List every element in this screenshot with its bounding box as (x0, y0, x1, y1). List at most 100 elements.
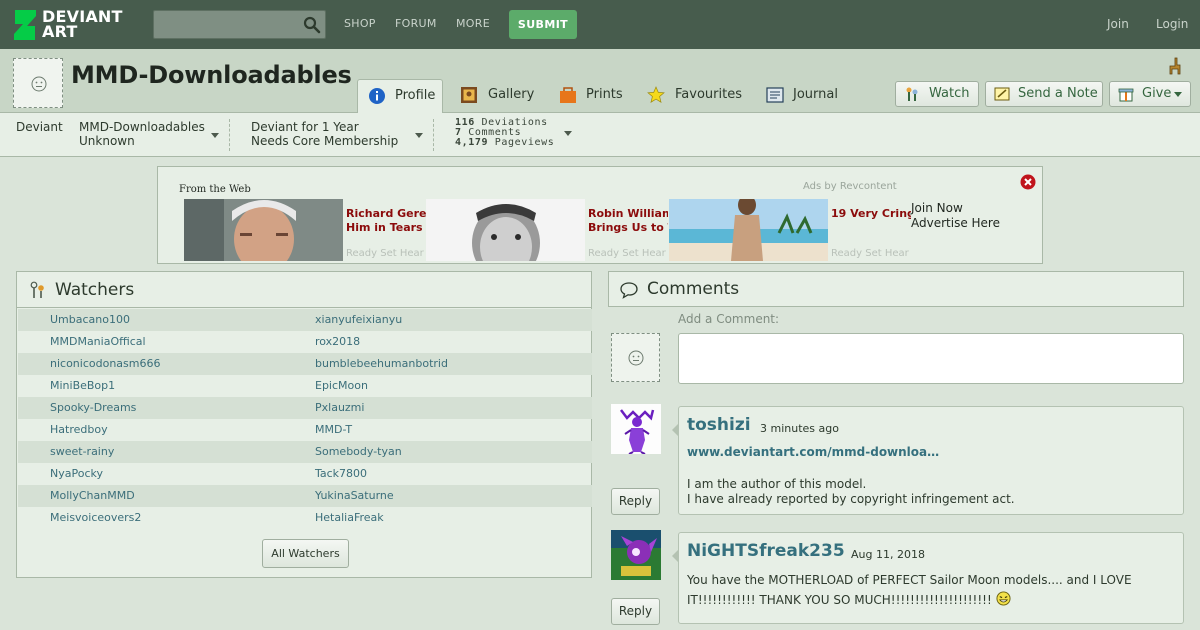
ad-headline[interactable]: 19 Very Cringe-Worthy Photos Ready Set H… (831, 207, 911, 263)
watcher-link[interactable]: MMD-T (315, 419, 352, 441)
watcher-link[interactable]: MMDManiaOffical (50, 331, 146, 353)
watcher-link[interactable]: Somebody-tyan (315, 441, 402, 463)
watcher-link[interactable]: EpicMoon (315, 375, 368, 397)
chevron-down-icon (415, 133, 423, 138)
ad-headline[interactable]: Richard Gere's Net Worth Left Him in Tea… (346, 207, 426, 263)
send-note-button-label: Send a Note (1018, 86, 1098, 101)
tab-gallery[interactable]: Gallery (460, 79, 540, 113)
gift-icon (1118, 88, 1134, 102)
table-row: sweet-rainy Somebody-tyan (18, 441, 592, 463)
reply-button[interactable]: Reply (611, 488, 660, 515)
deviantart-logo[interactable]: DEVIANT ART (12, 8, 130, 42)
watcher-link[interactable]: MollyChanMMD (50, 485, 135, 507)
tab-gallery-label: Gallery (488, 87, 535, 102)
ad-image[interactable] (184, 199, 343, 261)
table-row: Spooky-Dreams Pxlauzmi (18, 397, 592, 419)
watcher-link[interactable]: sweet-rainy (50, 441, 114, 463)
watcher-link[interactable]: bumblebeehumanbotrid (315, 353, 448, 375)
join-now-link[interactable]: Join Now (911, 201, 1000, 216)
table-row: MollyChanMMD YukinaSaturne (18, 485, 592, 507)
ad-image[interactable] (426, 199, 585, 261)
watch-button[interactable]: Watch (895, 81, 979, 107)
comment-author[interactable]: NiGHTSfreak235 (687, 541, 845, 561)
nav-shop[interactable]: SHOP (344, 17, 376, 30)
comment-item: NiGHTSfreak235 Aug 11, 2018 You have the… (672, 532, 1184, 624)
watcher-link[interactable]: Meisvoiceovers2 (50, 507, 141, 529)
profile-header: MMD-Downloadables Profile Gallery Prints… (0, 49, 1200, 113)
watcher-link[interactable]: rox2018 (315, 331, 360, 353)
logo-line-2: ART (42, 22, 78, 41)
submit-button[interactable]: SUBMIT (509, 10, 577, 39)
table-row: niconicodonasm666 bumblebeehumanbotrid (18, 353, 592, 375)
add-comment-label: Add a Comment: (678, 312, 780, 326)
ad-block: From the Web Ads by Revcontent Richard G… (157, 166, 1043, 264)
ad-source: Ready Set Hear (346, 248, 424, 259)
watcher-link[interactable]: Spooky-Dreams (50, 397, 136, 419)
laughing-emoji-icon (996, 591, 1011, 606)
location-text: Unknown (79, 134, 135, 148)
ad-join-links: Join Now Advertise Here (911, 201, 1000, 231)
watcher-link[interactable]: Pxlauzmi (315, 397, 364, 419)
join-link[interactable]: Join (1107, 17, 1129, 31)
login-link[interactable]: Login (1156, 17, 1188, 31)
table-row: MMDManiaOffical rox2018 (18, 331, 592, 353)
gallery-icon (461, 87, 477, 103)
note-icon (994, 87, 1010, 101)
page-title: MMD-Downloadables (71, 61, 352, 89)
comment-time[interactable]: Aug 11, 2018 (851, 548, 925, 561)
avatar[interactable] (13, 58, 63, 108)
tab-favourites[interactable]: Favourites (647, 79, 742, 113)
deviantart-logo-icon (14, 10, 36, 40)
avatar[interactable] (611, 530, 661, 580)
member-for-text: Deviant for 1 Year (251, 120, 359, 134)
llama-icon[interactable] (1166, 57, 1182, 75)
comments-title: Comments (647, 279, 740, 299)
watcher-link[interactable]: Tack7800 (315, 463, 367, 485)
reply-button[interactable]: Reply (611, 598, 660, 625)
nav-forum[interactable]: FORUM (395, 17, 437, 30)
close-icon[interactable] (1020, 174, 1036, 190)
give-button[interactable]: Give (1109, 81, 1191, 107)
info-icon (369, 88, 385, 104)
table-row: NyaPocky Tack7800 (18, 463, 592, 485)
tab-prints[interactable]: Prints (559, 79, 629, 113)
tab-prints-label: Prints (586, 87, 623, 102)
watcher-link[interactable]: NyaPocky (50, 463, 103, 485)
watcher-link[interactable]: MiniBeBop1 (50, 375, 115, 397)
watcher-link[interactable]: HetaliaFreak (315, 507, 384, 529)
ad-image[interactable] (669, 199, 828, 261)
ad-source: Ready Set Hear (831, 248, 909, 259)
watcher-link[interactable]: Umbacano100 (50, 309, 130, 331)
comment-input[interactable] (678, 333, 1184, 384)
search-box[interactable] (153, 10, 326, 39)
watcher-link[interactable]: niconicodonasm666 (50, 353, 160, 375)
search-input[interactable] (154, 11, 299, 38)
watch-icon (906, 87, 918, 101)
user-type-label: Deviant (16, 120, 63, 134)
avatar (611, 333, 660, 382)
comment-time[interactable]: 3 minutes ago (760, 422, 839, 435)
pageviews-stat: 4,179 Pageviews (455, 137, 555, 148)
chevron-down-icon (564, 131, 572, 136)
ad-headline[interactable]: Robin Williams' Net Worth Brings Us to T… (588, 207, 668, 263)
watcher-link[interactable]: YukinaSaturne (315, 485, 394, 507)
tab-journal[interactable]: Journal (766, 79, 846, 113)
comment-text-line: IT!!!!!!!!!!!! THANK YOU SO MUCH!!!!!!!!… (687, 591, 1011, 608)
tab-profile[interactable]: Profile (357, 79, 443, 113)
watchers-icon (30, 281, 44, 298)
watcher-link[interactable]: xianyufeixianyu (315, 309, 402, 331)
advertise-link[interactable]: Advertise Here (911, 216, 1000, 231)
search-icon[interactable] (303, 16, 321, 34)
avatar[interactable] (611, 404, 661, 454)
watchers-header: Watchers (17, 272, 591, 308)
send-note-button[interactable]: Send a Note (985, 81, 1103, 107)
ad-by-label[interactable]: Ads by Revcontent (803, 181, 897, 192)
comment-link[interactable]: www.deviantart.com/mmd-downloa… (687, 445, 939, 459)
journal-icon (766, 87, 784, 103)
nav-more[interactable]: MORE (456, 17, 490, 30)
table-row: Hatredboy MMD-T (18, 419, 592, 441)
ad-source: Ready Set Hear (588, 248, 666, 259)
comment-author[interactable]: toshizi (687, 415, 751, 435)
all-watchers-button[interactable]: All Watchers (262, 539, 349, 568)
watcher-link[interactable]: Hatredboy (50, 419, 108, 441)
